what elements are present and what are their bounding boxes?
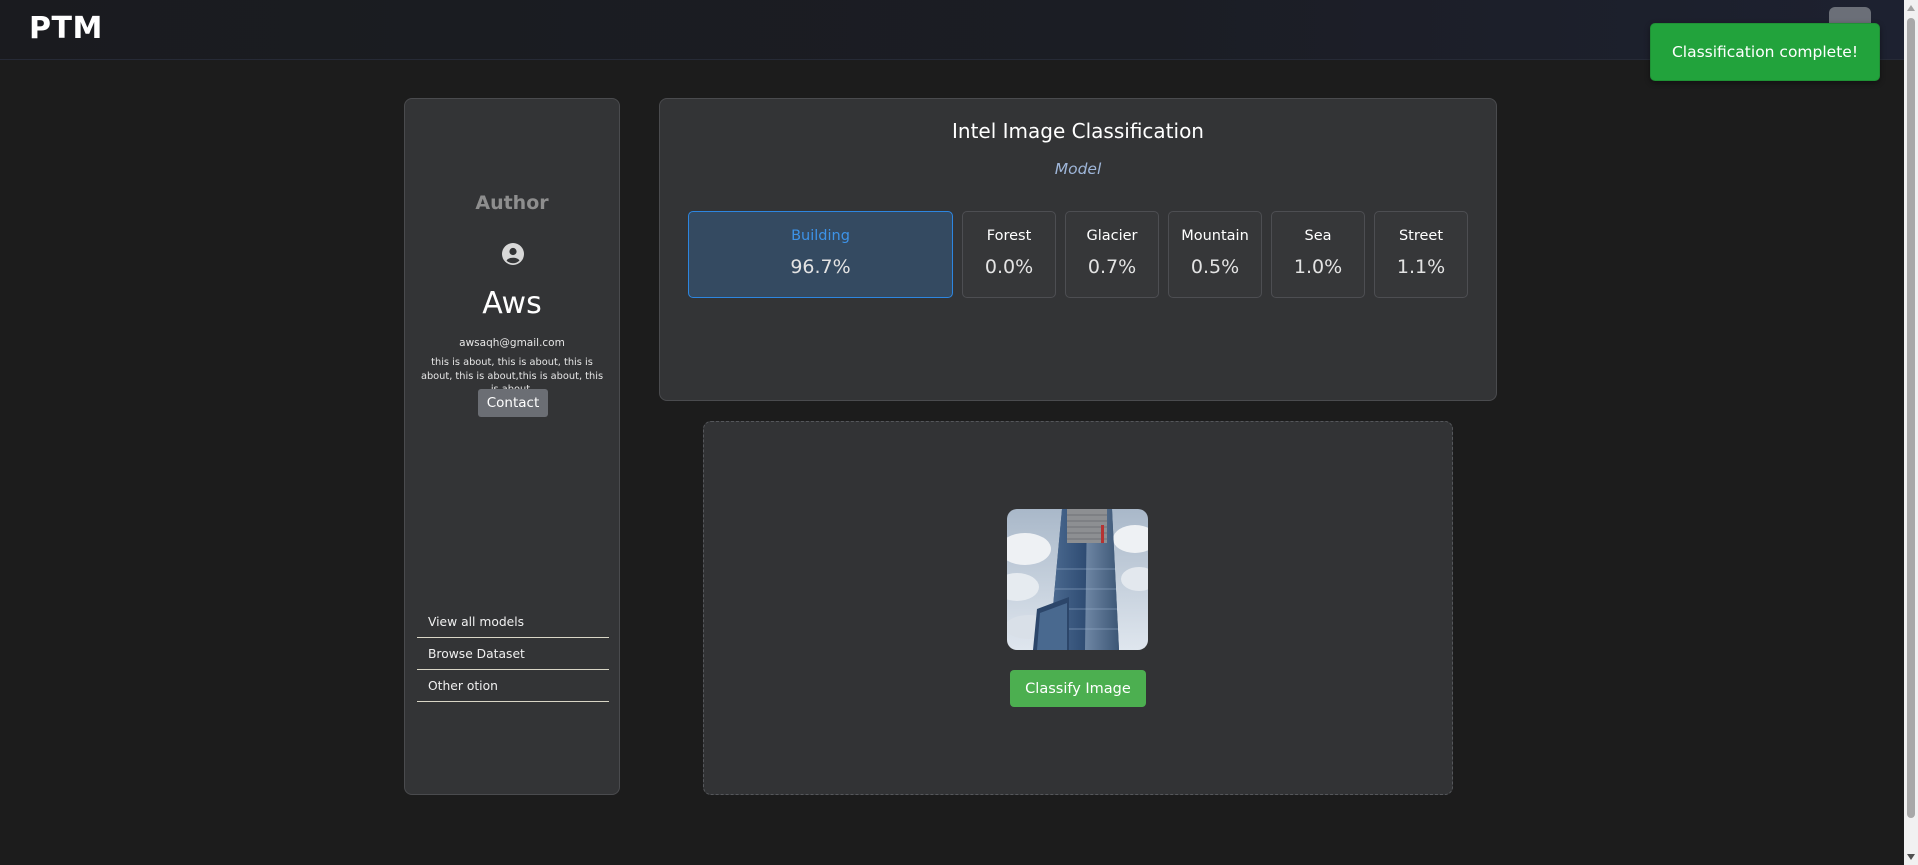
scroll-down-arrow-icon[interactable] xyxy=(1907,854,1915,860)
sidebar-item-other-option[interactable]: Other otion xyxy=(417,670,609,702)
class-result-sea: Sea 1.0% xyxy=(1271,211,1365,298)
class-label: Forest xyxy=(986,228,1032,244)
class-probability: 0.5% xyxy=(1190,256,1240,278)
sidebar-item-label: View all models xyxy=(428,614,525,629)
user-avatar-icon xyxy=(502,243,524,265)
brand-logo[interactable]: PTM xyxy=(29,11,103,46)
classify-image-button[interactable]: Classify Image xyxy=(1010,670,1146,707)
class-label: Sea xyxy=(1304,228,1332,244)
class-label: Building xyxy=(791,228,850,244)
class-result-building: Building 96.7% xyxy=(688,211,953,298)
contact-button[interactable]: Contact xyxy=(478,389,548,417)
top-navbar: PTM xyxy=(0,0,1904,60)
sidebar-item-label: Browse Dataset xyxy=(428,646,525,661)
classification-card: Intel Image Classification Model Buildin… xyxy=(659,98,1497,401)
image-dropzone[interactable]: Classify Image xyxy=(703,421,1453,795)
sidebar-item-view-all-models[interactable]: View all models xyxy=(417,606,609,638)
toast-message: Classification complete! xyxy=(1671,43,1859,61)
class-label: Street xyxy=(1398,228,1444,244)
scroll-up-arrow-icon[interactable] xyxy=(1907,5,1915,11)
class-result-glacier: Glacier 0.7% xyxy=(1065,211,1159,298)
class-probability: 1.0% xyxy=(1293,256,1343,278)
sidebar-item-browse-dataset[interactable]: Browse Dataset xyxy=(417,638,609,670)
toast-notification: Classification complete! xyxy=(1650,23,1880,81)
scrollbar-thumb[interactable] xyxy=(1907,18,1915,818)
class-result-mountain: Mountain 0.5% xyxy=(1168,211,1262,298)
class-probability: 1.1% xyxy=(1396,256,1446,278)
sidebar-item-label: Other otion xyxy=(428,678,498,693)
author-name: Aws xyxy=(482,286,542,321)
class-label: Mountain xyxy=(1181,228,1249,244)
author-email: awsaqh@gmail.com xyxy=(459,337,565,349)
author-sidebar: Author Aws awsaqh@gmail.com this is abou… xyxy=(404,98,620,795)
model-subtitle: Model xyxy=(1054,160,1102,178)
class-probability: 96.7% xyxy=(790,256,851,278)
class-probability: 0.0% xyxy=(984,256,1034,278)
page-title: Intel Image Classification xyxy=(952,119,1204,143)
page-scrollbar[interactable] xyxy=(1904,0,1918,865)
class-label: Glacier xyxy=(1086,228,1138,244)
image-preview xyxy=(1007,509,1148,650)
sidebar-menu: View all models Browse Dataset Other oti… xyxy=(417,606,609,702)
class-probability: 0.7% xyxy=(1087,256,1137,278)
building-photo-image xyxy=(1007,509,1148,650)
class-result-forest: Forest 0.0% xyxy=(962,211,1056,298)
class-result-street: Street 1.1% xyxy=(1374,211,1468,298)
author-heading: Author xyxy=(475,192,549,214)
